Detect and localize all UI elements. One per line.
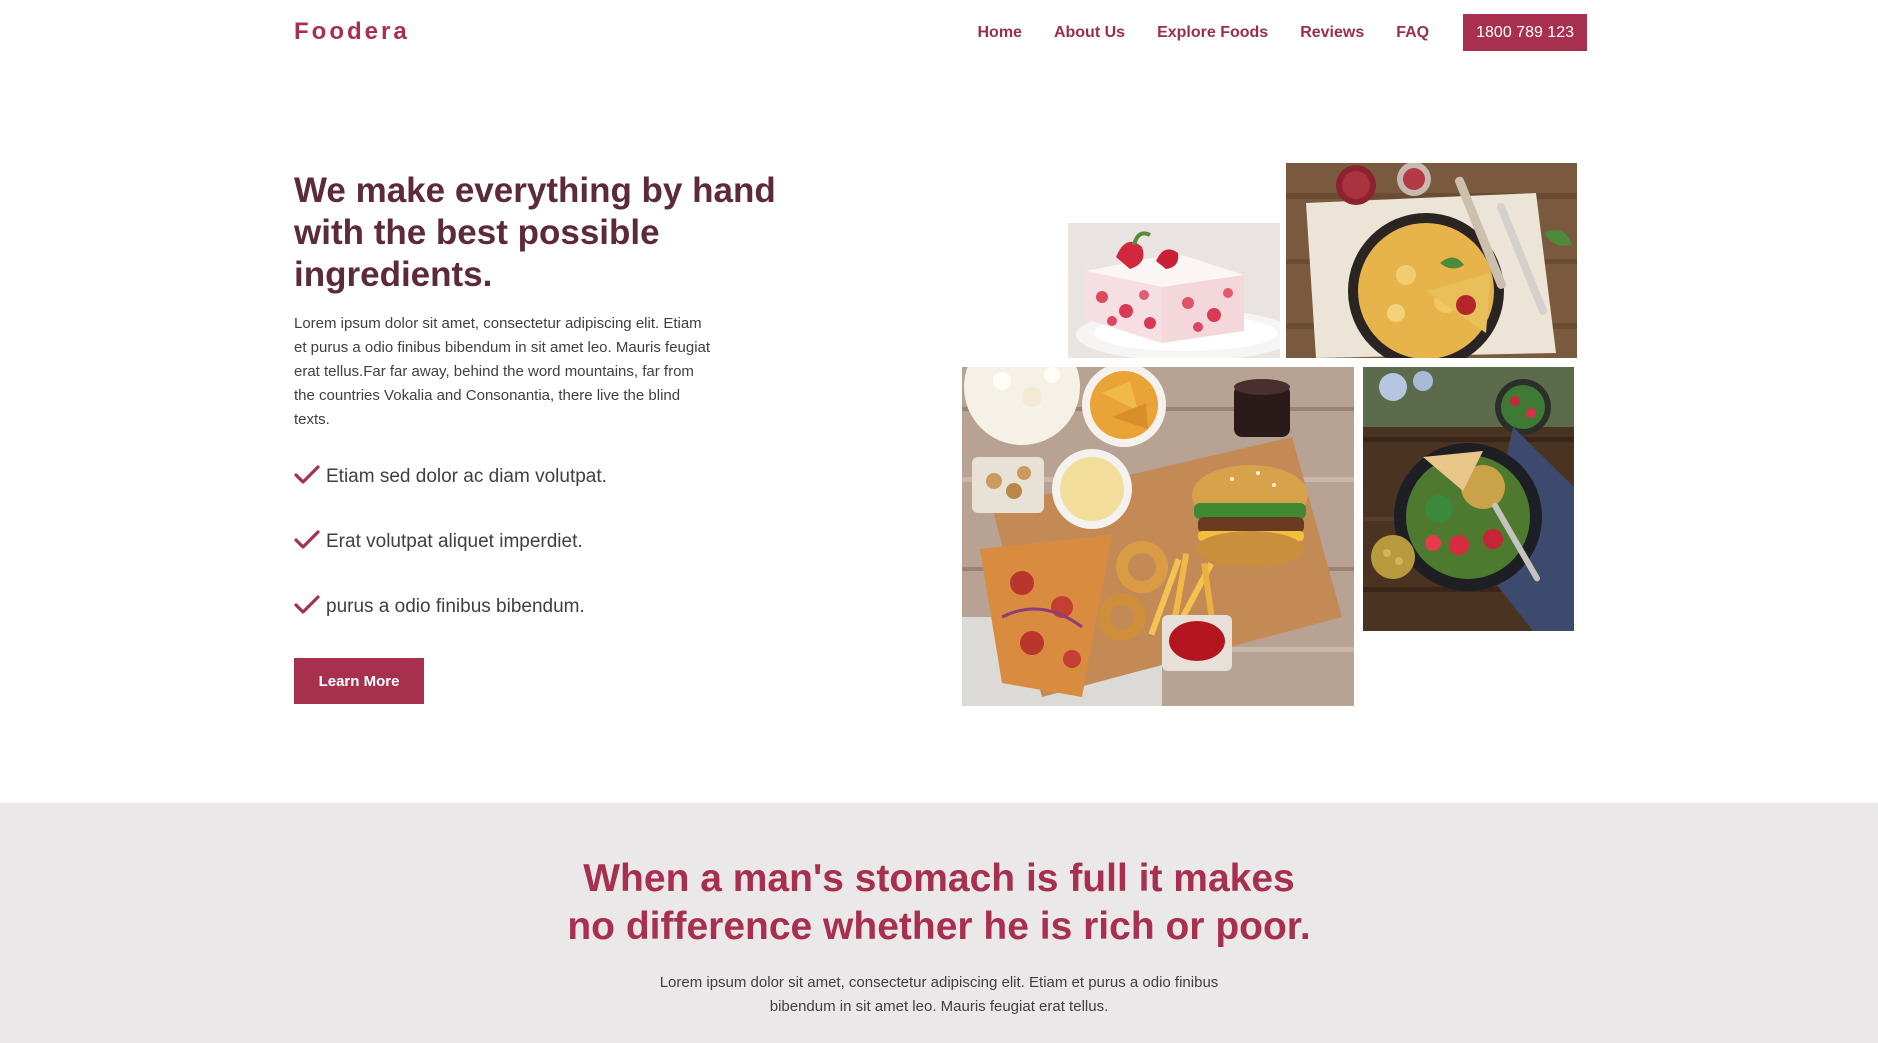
- check-icon: [294, 594, 320, 616]
- nav-home[interactable]: Home: [978, 24, 1022, 42]
- feature-text: Etiam sed dolor ac diam volutpat.: [326, 466, 607, 487]
- hero-description: Lorem ipsum dolor sit amet, consectetur …: [294, 315, 711, 428]
- quiche-image: [1286, 163, 1577, 358]
- phone-button[interactable]: 1800 789 123: [1463, 14, 1587, 51]
- salad-bowl-image: [1363, 367, 1574, 631]
- brand-logo[interactable]: Foodera: [294, 18, 410, 46]
- feature-text: purus a odio finibus bibendum.: [326, 596, 585, 617]
- nav-reviews[interactable]: Reviews: [1300, 24, 1364, 42]
- check-icon: [294, 464, 320, 486]
- quote-section: When a man's stomach is full it makes no…: [0, 803, 1878, 1043]
- quote-description: Lorem ipsum dolor sit amet, consectetur …: [659, 974, 1219, 1015]
- quote-title-text: When a man's stomach is full it makes no…: [567, 857, 1311, 948]
- feature-item: purus a odio finibus bibendum.: [294, 594, 814, 661]
- fast-food-platter-image: [962, 367, 1354, 706]
- feature-item: Erat volutpat aliquet imperdiet.: [294, 529, 814, 596]
- nav-faq[interactable]: FAQ: [1396, 24, 1429, 42]
- quote-title: When a man's stomach is full it makes no…: [0, 855, 1878, 951]
- feature-item: Etiam sed dolor ac diam volutpat.: [294, 464, 814, 531]
- hero-title: We make everything by hand with the best…: [294, 171, 776, 294]
- nav-explore-foods[interactable]: Explore Foods: [1157, 24, 1268, 42]
- learn-more-button[interactable]: Learn More: [294, 658, 424, 704]
- cake-slice-image: [1068, 223, 1280, 358]
- nav-about-us[interactable]: About Us: [1054, 24, 1125, 42]
- feature-list: Etiam sed dolor ac diam volutpat. Erat v…: [294, 464, 814, 661]
- check-icon: [294, 529, 320, 551]
- feature-text: Erat volutpat aliquet imperdiet.: [326, 531, 583, 552]
- main-nav: Home About Us Explore Foods Reviews FAQ …: [978, 14, 1587, 51]
- site-header: Foodera Home About Us Explore Foods Revi…: [0, 0, 1878, 70]
